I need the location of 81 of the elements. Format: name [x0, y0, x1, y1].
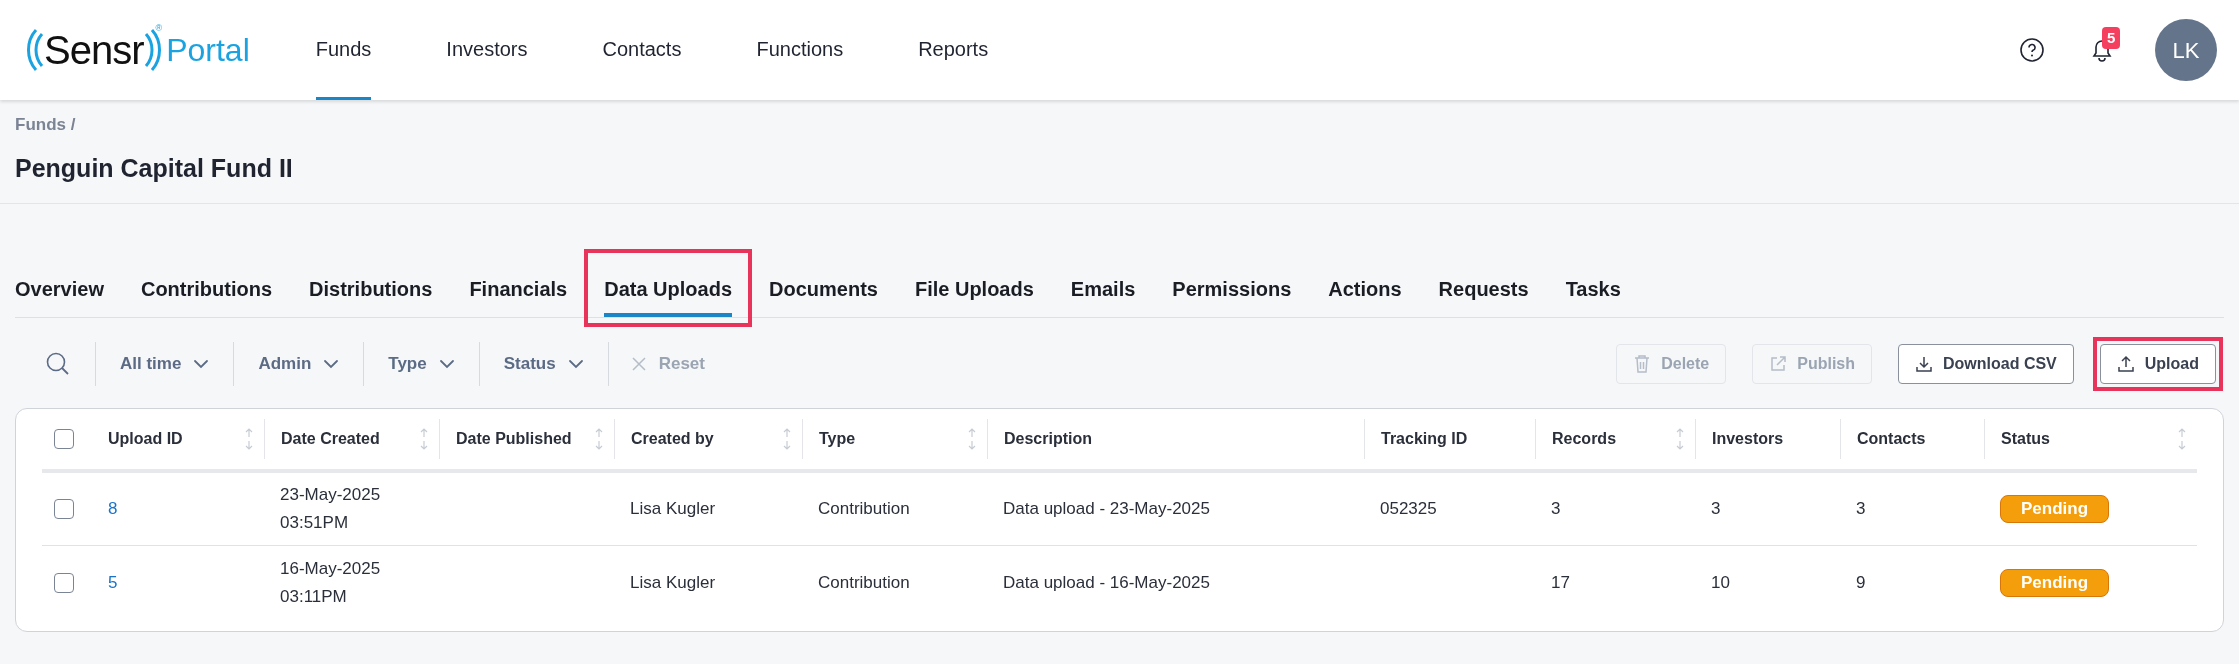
sort-icon[interactable]: [419, 427, 429, 451]
download-button[interactable]: Download CSV: [1898, 344, 2074, 384]
column-header[interactable]: Contacts: [1857, 427, 1926, 451]
sort-icon[interactable]: [594, 427, 604, 451]
checkbox[interactable]: [54, 499, 74, 519]
tab[interactable]: Actions: [1328, 261, 1402, 317]
column-header[interactable]: Created by: [631, 427, 714, 451]
column-header[interactable]: Date Published: [456, 427, 572, 451]
checkbox[interactable]: [54, 572, 74, 593]
tab[interactable]: Emails: [1070, 261, 1136, 317]
tab[interactable]: Tasks: [1565, 261, 1621, 317]
chevron-down-icon: [193, 359, 210, 369]
table-cell: 3: [1711, 499, 1721, 519]
nav-link[interactable]: Investors: [446, 0, 528, 100]
table-cell-text: 16-May-2025: [280, 557, 382, 580]
table-cell: Data upload - 16-May-2025: [1003, 572, 1210, 592]
tab[interactable]: Distributions: [309, 261, 433, 317]
tab[interactable]: Requests: [1438, 261, 1529, 317]
table-cell: 3: [1551, 499, 1561, 519]
nav-link[interactable]: Funds: [315, 0, 372, 100]
upload-id-link[interactable]: 8: [108, 499, 118, 519]
notification-badge: 5: [2102, 27, 2121, 49]
status-badge: Pending: [2000, 495, 2110, 523]
sort-icon[interactable]: [782, 427, 792, 451]
column-header[interactable]: Description: [1004, 427, 1092, 451]
nav-link[interactable]: Contacts: [602, 0, 682, 100]
table-cell: 9: [1856, 572, 1866, 592]
chevron-down-icon: [567, 359, 584, 369]
sort-icon[interactable]: [967, 427, 977, 451]
tab[interactable]: Documents: [769, 261, 878, 317]
help-icon[interactable]: [2019, 37, 2045, 63]
breadcrumb[interactable]: Funds /: [15, 112, 2224, 138]
column-header[interactable]: Status: [2001, 427, 2050, 451]
sort-icon[interactable]: [2177, 427, 2187, 451]
table-cell: Contribution: [818, 499, 910, 519]
table-cell: 17: [1551, 572, 1570, 592]
nav-link[interactable]: Functions: [756, 0, 844, 100]
table-cell: Lisa Kugler: [630, 499, 716, 519]
table-cell: Contribution: [818, 572, 910, 592]
filter-dropdown[interactable]: All time: [96, 351, 234, 377]
sort-icon[interactable]: [244, 427, 254, 451]
chevron-down-icon: [438, 359, 455, 369]
column-header[interactable]: Records: [1552, 427, 1617, 451]
column-header[interactable]: Upload ID: [108, 427, 183, 451]
table-cell: 10: [1711, 572, 1730, 592]
close-icon: [630, 356, 647, 372]
filter-dropdown[interactable]: Admin: [234, 351, 364, 377]
tab[interactable]: Financials: [469, 261, 568, 317]
filter-dropdown[interactable]: Status: [479, 351, 608, 377]
table-cell-text: 03:51PM: [280, 512, 350, 534]
status-badge: Pending: [2000, 568, 2110, 597]
tab[interactable]: File Uploads: [914, 261, 1034, 317]
column-header[interactable]: Investors: [1712, 427, 1784, 451]
checkbox[interactable]: [54, 429, 74, 449]
upload-icon: [2116, 355, 2135, 373]
table-cell: Data upload - 23-May-2025: [1003, 499, 1210, 519]
user-avatar[interactable]: LK: [2155, 19, 2217, 81]
tab[interactable]: Overview: [15, 261, 104, 317]
table-cell-text: 23-May-2025: [280, 484, 382, 506]
portal-logo[interactable]: Sensr ® Portal: [22, 0, 250, 100]
column-header[interactable]: Tracking ID: [1381, 427, 1468, 451]
external-link-icon: [1769, 355, 1788, 373]
table-cell: 3: [1856, 499, 1866, 519]
chevron-down-icon: [323, 359, 340, 369]
upload-id-link[interactable]: 5: [108, 572, 118, 592]
nav-link[interactable]: Reports: [918, 0, 989, 100]
trash-icon: [1633, 354, 1652, 374]
search-icon[interactable]: [45, 351, 71, 377]
tab[interactable]: Contributions: [140, 261, 273, 317]
tab[interactable]: Data Uploads: [604, 261, 732, 317]
column-header[interactable]: Date Created: [281, 427, 380, 451]
sort-icon[interactable]: [1675, 427, 1685, 451]
page-title: Penguin Capital Fund II: [15, 152, 294, 184]
table-cell: Lisa Kugler: [630, 572, 716, 592]
download-icon: [1915, 355, 1933, 373]
table-cell: 052325: [1380, 499, 1437, 519]
filter-dropdown[interactable]: Type: [364, 351, 479, 377]
tab[interactable]: Permissions: [1172, 261, 1292, 317]
column-header[interactable]: Type: [819, 427, 856, 451]
table-cell-text: 03:11PM: [280, 585, 348, 608]
upload-button[interactable]: Upload: [2099, 344, 2216, 384]
